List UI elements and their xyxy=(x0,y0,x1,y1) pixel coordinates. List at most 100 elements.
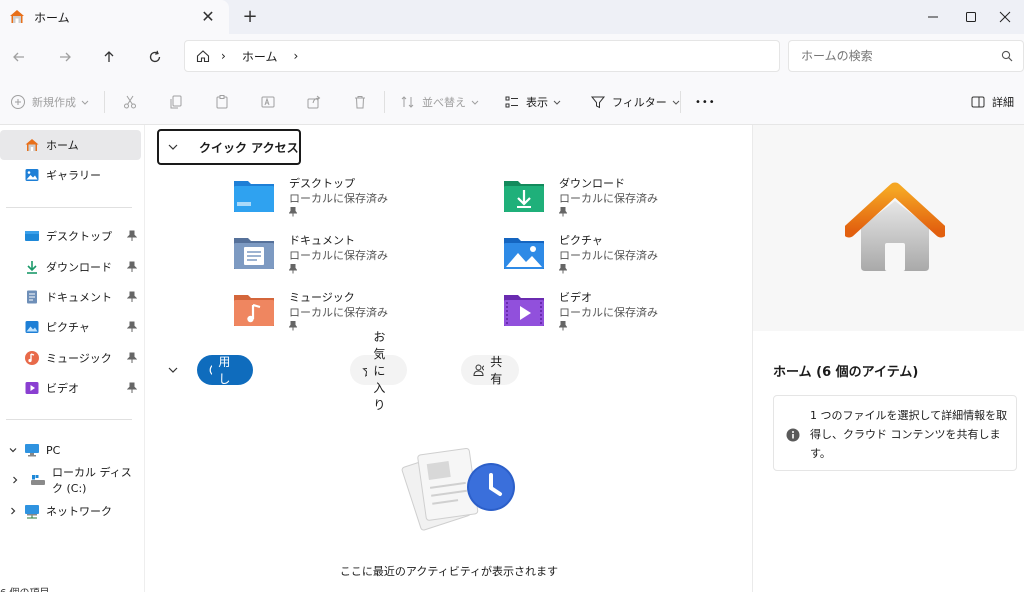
close-window-button[interactable] xyxy=(982,0,1024,34)
pin-icon xyxy=(127,291,137,302)
status-bar-item-count: 6 個の項目 xyxy=(0,584,144,592)
quick-access-item-documents[interactable]: ドキュメント ローカルに保存済み xyxy=(233,232,473,286)
sidebar-item-network[interactable]: ネットワーク xyxy=(0,496,141,526)
forward-button[interactable] xyxy=(52,44,78,70)
delete-button[interactable] xyxy=(352,91,374,113)
desktop-folder-icon xyxy=(234,181,274,212)
address-bar[interactable]: › ホーム › xyxy=(184,40,780,72)
close-tab-icon[interactable]: ✕ xyxy=(199,8,217,26)
paste-button[interactable] xyxy=(214,91,236,113)
arrow-up-icon xyxy=(104,51,114,62)
copy-icon xyxy=(170,95,182,109)
video-icon xyxy=(24,380,40,396)
search-icon xyxy=(1001,50,1013,62)
maximize-icon xyxy=(966,12,976,22)
quick-access-header[interactable]: クイック アクセス xyxy=(157,129,301,165)
gallery-icon xyxy=(24,167,40,183)
refresh-button[interactable] xyxy=(142,44,168,70)
network-icon xyxy=(24,503,40,519)
breadcrumb-separator[interactable]: › xyxy=(221,49,226,63)
close-icon xyxy=(999,11,1011,23)
chevron-down-icon xyxy=(471,100,479,105)
file-explorer-window: ホーム ✕ + › ホーム › ホームの検索 新規作成 並べ替え 表示 フィルタ… xyxy=(0,0,1024,592)
details-title: ホーム (6 個のアイテム) xyxy=(773,365,919,380)
chevron-down-icon xyxy=(553,100,561,105)
cut-button[interactable] xyxy=(122,91,144,113)
quick-access-title: クイック アクセス xyxy=(199,140,299,155)
tab-home[interactable]: ホーム ✕ xyxy=(0,0,229,34)
breadcrumb-home[interactable]: ホーム xyxy=(242,48,278,65)
sidebar-item-local-disk[interactable]: ローカル ディスク (C:) xyxy=(0,465,141,495)
home-icon xyxy=(24,137,40,153)
pin-icon xyxy=(127,261,137,272)
clipboard-icon xyxy=(216,95,228,109)
pictures-folder-icon xyxy=(504,238,544,269)
sidebar-item-downloads[interactable]: ダウンロード xyxy=(0,252,141,282)
share-button[interactable] xyxy=(306,91,328,113)
sidebar-item-label: ダウンロード xyxy=(46,261,112,274)
up-button[interactable] xyxy=(96,44,122,70)
tab-favorites[interactable]: お気に入り xyxy=(350,330,408,412)
sidebar-item-gallery[interactable]: ギャラリー xyxy=(0,160,141,190)
people-icon xyxy=(473,364,485,376)
new-tab-button[interactable]: + xyxy=(240,7,260,27)
filter-icon xyxy=(590,96,606,109)
info-icon xyxy=(786,428,800,442)
details-pane: ホーム (6 個のアイテム) 1 つのファイルを選択して詳細情報を取得し、クラウ… xyxy=(752,125,1024,592)
back-button[interactable] xyxy=(6,44,32,70)
copy-button[interactable] xyxy=(168,91,190,113)
item-status: ローカルに保存済み xyxy=(289,192,388,205)
sidebar-divider xyxy=(6,419,132,420)
scissors-icon xyxy=(124,95,136,109)
quick-access-item-videos[interactable]: ビデオ ローカルに保存済み xyxy=(503,289,743,343)
pin-icon xyxy=(559,264,567,274)
quick-access-item-music[interactable]: ミュージック ローカルに保存済み xyxy=(233,289,473,343)
quick-access-item-pictures[interactable]: ピクチャ ローカルに保存済み xyxy=(503,232,743,286)
tab-recent[interactable]: 最近使用した項目 xyxy=(197,304,254,437)
music-icon xyxy=(24,350,40,366)
search-box[interactable] xyxy=(788,40,1024,72)
sidebar-item-label: ミュージック xyxy=(46,352,112,365)
navigation-pane: ホーム ギャラリー デスクトップ ダウンロード ドキュメント ピクチャ ミュージ… xyxy=(0,125,144,592)
tab-title: ホーム xyxy=(34,10,70,25)
rename-button[interactable] xyxy=(260,91,282,113)
toolbar-divider xyxy=(680,91,681,113)
new-button[interactable]: 新規作成 xyxy=(10,91,96,113)
sidebar-item-videos[interactable]: ビデオ xyxy=(0,373,141,403)
refresh-icon xyxy=(149,50,161,63)
details-pane-icon xyxy=(971,96,985,108)
pin-icon xyxy=(559,321,567,331)
item-status: ローカルに保存済み xyxy=(289,249,388,262)
details-pane-button[interactable]: 詳細 xyxy=(970,91,1014,113)
view-button[interactable]: 表示 xyxy=(504,91,568,113)
home-large-icon xyxy=(845,182,945,271)
filter-button[interactable]: フィルター xyxy=(590,91,687,113)
arrow-left-icon xyxy=(13,52,24,62)
sidebar-item-home[interactable]: ホーム xyxy=(0,130,141,160)
sort-button[interactable]: 並べ替え xyxy=(400,91,486,113)
home-outline-icon xyxy=(196,50,210,63)
sidebar-item-desktop[interactable]: デスクトップ xyxy=(0,221,141,251)
chevron-down-icon[interactable] xyxy=(167,364,179,376)
command-bar: 新規作成 並べ替え 表示 フィルター ••• 詳細 xyxy=(0,79,1024,125)
item-name: デスクトップ xyxy=(289,177,355,190)
sidebar-item-documents[interactable]: ドキュメント xyxy=(0,282,141,312)
sidebar-item-label: ホーム xyxy=(46,139,79,152)
chevron-down-icon xyxy=(81,100,89,105)
tab-shared[interactable]: 共有 xyxy=(461,355,520,386)
details-label: 詳細 xyxy=(992,96,1014,109)
search-input[interactable] xyxy=(801,49,991,63)
quick-access-item-desktop[interactable]: デスクトップ ローカルに保存済み xyxy=(233,175,473,229)
item-name: ドキュメント xyxy=(289,234,355,247)
more-options-button[interactable]: ••• xyxy=(695,91,716,113)
breadcrumb-separator[interactable]: › xyxy=(293,49,298,63)
sidebar-item-pictures[interactable]: ピクチャ xyxy=(0,312,141,342)
quick-access-item-downloads[interactable]: ダウンロード ローカルに保存済み xyxy=(503,175,743,229)
chevron-down-icon xyxy=(168,144,178,150)
sidebar-item-music[interactable]: ミュージック xyxy=(0,343,141,373)
details-info-text: 1 つのファイルを選択して詳細情報を取得し、クラウド コンテンツを共有します。 xyxy=(810,409,1008,460)
sidebar-item-pc[interactable]: PC xyxy=(0,435,141,465)
filter-label: フィルター xyxy=(612,96,667,109)
address-row: › ホーム › xyxy=(0,34,1024,79)
tab-shared-label: 共有 xyxy=(490,355,503,386)
